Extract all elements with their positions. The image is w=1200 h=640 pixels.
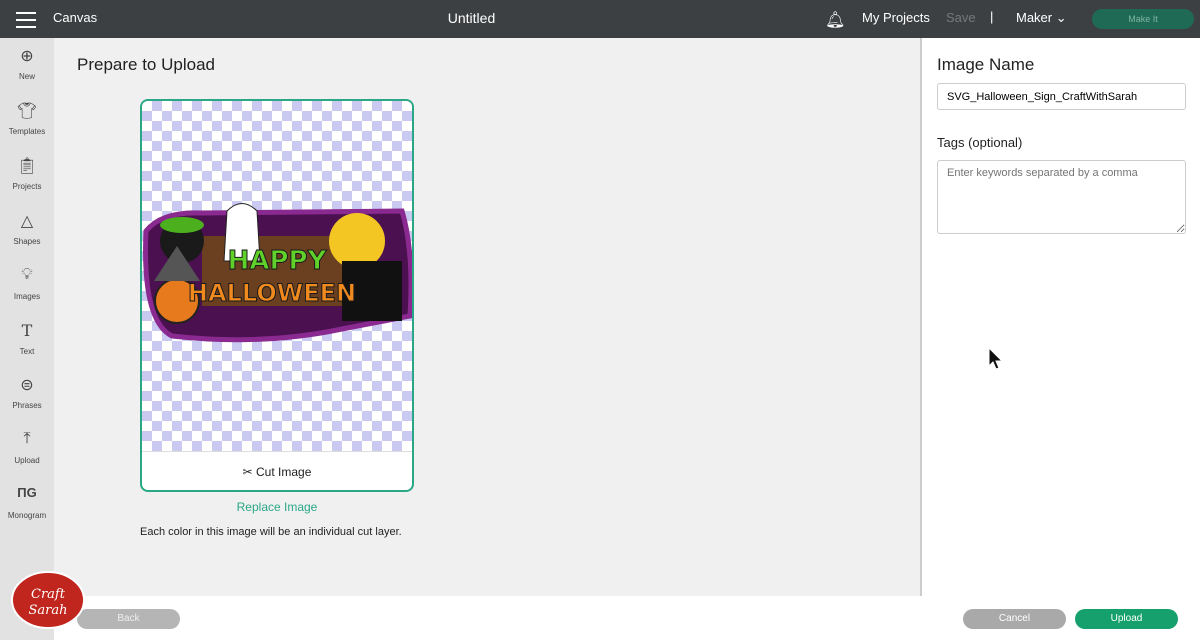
upload-icon: ⤒ — [23, 430, 31, 447]
sidebar-label: Images — [13, 292, 41, 301]
svg-text:Sarah: Sarah — [29, 603, 68, 618]
lightbulb-icon: 💡︎ — [21, 266, 33, 283]
machine-select[interactable]: Maker ⌄ — [1016, 10, 1067, 26]
image-name-input[interactable] — [937, 83, 1186, 110]
replace-image-link[interactable]: Replace Image — [140, 500, 414, 514]
sidebar-label: Projects — [12, 182, 42, 191]
chevron-down-icon: ⌄ — [1055, 10, 1067, 25]
image-text-happy: HAPPY — [228, 246, 328, 276]
sidebar-label: Monogram — [7, 511, 47, 520]
sidebar-label: Text — [19, 347, 35, 356]
sidebar-label: Shapes — [13, 237, 41, 246]
back-button[interactable]: Back — [77, 609, 180, 629]
project-title[interactable]: Untitled — [0, 10, 943, 26]
scissors-icon: ✂ — [242, 465, 253, 479]
shirt-icon: 👕︎ — [16, 103, 38, 120]
bell-icon[interactable]: 🔔︎ — [825, 10, 845, 30]
sidebar-label: New — [18, 72, 35, 81]
make-it-button[interactable]: Make It — [1092, 9, 1194, 29]
clipboard-icon: 📋︎ — [16, 158, 38, 175]
machine-label: Maker — [1016, 10, 1053, 25]
my-projects-link[interactable]: My Projects — [862, 10, 930, 25]
speech-bubble-icon: ⊜ — [20, 377, 34, 394]
text-icon: T — [21, 321, 33, 340]
tags-input[interactable] — [937, 160, 1186, 234]
page-heading: Prepare to Upload — [77, 55, 215, 74]
tags-label: Tags (optional) — [937, 135, 1023, 150]
sidebar-label: Upload — [14, 456, 40, 465]
sidebar-item-upload[interactable]: ⤒ Upload — [0, 430, 54, 468]
sidebar-item-projects[interactable]: 📋︎ Projects — [0, 156, 54, 194]
svg-text:Craft: Craft — [31, 587, 66, 602]
image-preview-card: HAPPY HALLOWEEN ✂ Cut Image — [140, 99, 414, 492]
sidebar-label: Phrases — [12, 401, 42, 410]
monogram-icon: ПG — [17, 485, 37, 500]
cut-image-option[interactable]: ✂ Cut Image — [142, 451, 412, 490]
sidebar-label: Templates — [8, 127, 46, 136]
sidebar-item-new[interactable]: ⊕ New — [0, 46, 54, 84]
image-name-label: Image Name — [937, 55, 1035, 74]
upload-button[interactable]: Upload — [1075, 609, 1178, 629]
cancel-button[interactable]: Cancel — [963, 609, 1066, 629]
image-details-panel — [920, 38, 1200, 596]
save-button[interactable]: Save — [946, 10, 976, 25]
sidebar-item-text[interactable]: T Text — [0, 321, 54, 359]
sidebar-item-templates[interactable]: 👕︎ Templates — [0, 101, 54, 139]
top-bar: Canvas Untitled 🔔︎ My Projects Save | Ma… — [0, 0, 1200, 38]
plus-circle-icon: ⊕ — [20, 48, 34, 65]
sidebar: ⊕ New 👕︎ Templates 📋︎ Projects △ Shapes 💡︎ Im… — [0, 38, 54, 640]
sidebar-item-monogram[interactable]: ПG Monogram — [0, 485, 54, 523]
image-text-halloween: HALLOWEEN — [188, 279, 356, 307]
craft-with-sarah-logo: Craft Sarah — [11, 571, 85, 629]
transparent-background: HAPPY HALLOWEEN — [142, 101, 412, 451]
cut-layer-note: Each color in this image will be an indi… — [140, 526, 402, 538]
sidebar-item-images[interactable]: 💡︎ Images — [0, 266, 54, 304]
mouse-cursor-icon — [988, 347, 1004, 370]
sidebar-item-shapes[interactable]: △ Shapes — [0, 211, 54, 249]
sidebar-item-phrases[interactable]: ⊜ Phrases — [0, 375, 54, 413]
separator: | — [990, 9, 994, 24]
halloween-image: HAPPY HALLOWEEN — [143, 203, 412, 343]
shapes-icon: △ — [20, 213, 34, 230]
cut-image-label: Cut Image — [256, 465, 312, 479]
